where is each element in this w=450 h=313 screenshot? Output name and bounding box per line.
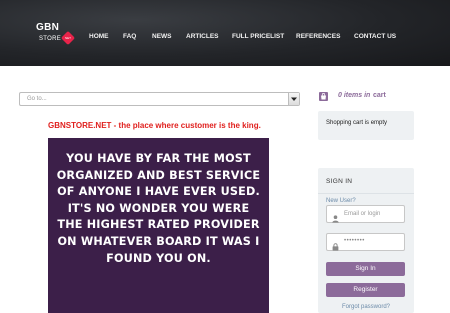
user-icon xyxy=(332,210,339,228)
shopping-bag-icon[interactable] xyxy=(319,92,328,101)
cart-empty-message: Shopping cart is empty xyxy=(326,120,388,126)
nav-references[interactable]: REFERENCES xyxy=(296,33,340,40)
register-button[interactable]: Register xyxy=(326,283,405,297)
goto-select[interactable]: Go to... xyxy=(19,92,300,106)
password-field-value: •••••••• xyxy=(344,238,365,244)
testimonial-text: YOU HAVE BY FAR THE MOST ORGANIZED AND B… xyxy=(56,152,261,265)
password-field[interactable]: •••••••• xyxy=(326,233,405,251)
email-field-placeholder: Email or login xyxy=(344,211,381,217)
logo-text: GBN xyxy=(36,22,60,33)
nav-faq[interactable]: FAQ xyxy=(123,33,136,40)
tagline-site-name: GBNSTORE.NET xyxy=(48,121,112,130)
nav-full-pricelist[interactable]: FULL PRICELIST xyxy=(232,33,284,40)
logo-subtext: STORE xyxy=(39,36,62,42)
goto-select-value: Go to... xyxy=(27,96,47,102)
signin-title: SIGN IN xyxy=(326,178,353,185)
forgot-password-link[interactable]: Forgot password? xyxy=(318,304,414,310)
lock-icon xyxy=(332,238,339,256)
cart-panel: Shopping cart is empty xyxy=(318,111,414,140)
chevron-down-icon[interactable] xyxy=(288,93,299,105)
tagline-text: - the place where customer is the king. xyxy=(111,121,261,130)
nav-home[interactable]: HOME xyxy=(89,33,109,40)
logo-badge-icon: NET xyxy=(60,30,76,46)
signin-panel: SIGN IN New User? Email or login •••••••… xyxy=(318,168,414,313)
testimonial-box: YOU HAVE BY FAR THE MOST ORGANIZED AND B… xyxy=(48,138,269,313)
new-user-link[interactable]: New User? xyxy=(326,198,356,204)
site-logo[interactable]: GBN STORE NET xyxy=(36,22,76,48)
signin-button[interactable]: Sign In xyxy=(326,262,405,276)
nav-articles[interactable]: ARTICLES xyxy=(186,33,219,40)
tagline: GBNSTORE.NET - the place where customer … xyxy=(48,121,261,130)
site-header: GBN STORE NET HOME FAQ NEWS ARTICLES FUL… xyxy=(0,0,450,66)
nav-news[interactable]: NEWS xyxy=(152,33,172,40)
divider xyxy=(318,193,414,194)
cart-item-count: 0 items in xyxy=(338,92,371,99)
cart-link[interactable]: cart xyxy=(373,92,386,99)
email-field[interactable]: Email or login xyxy=(326,205,405,223)
nav-contact-us[interactable]: CONTACT US xyxy=(354,33,396,40)
